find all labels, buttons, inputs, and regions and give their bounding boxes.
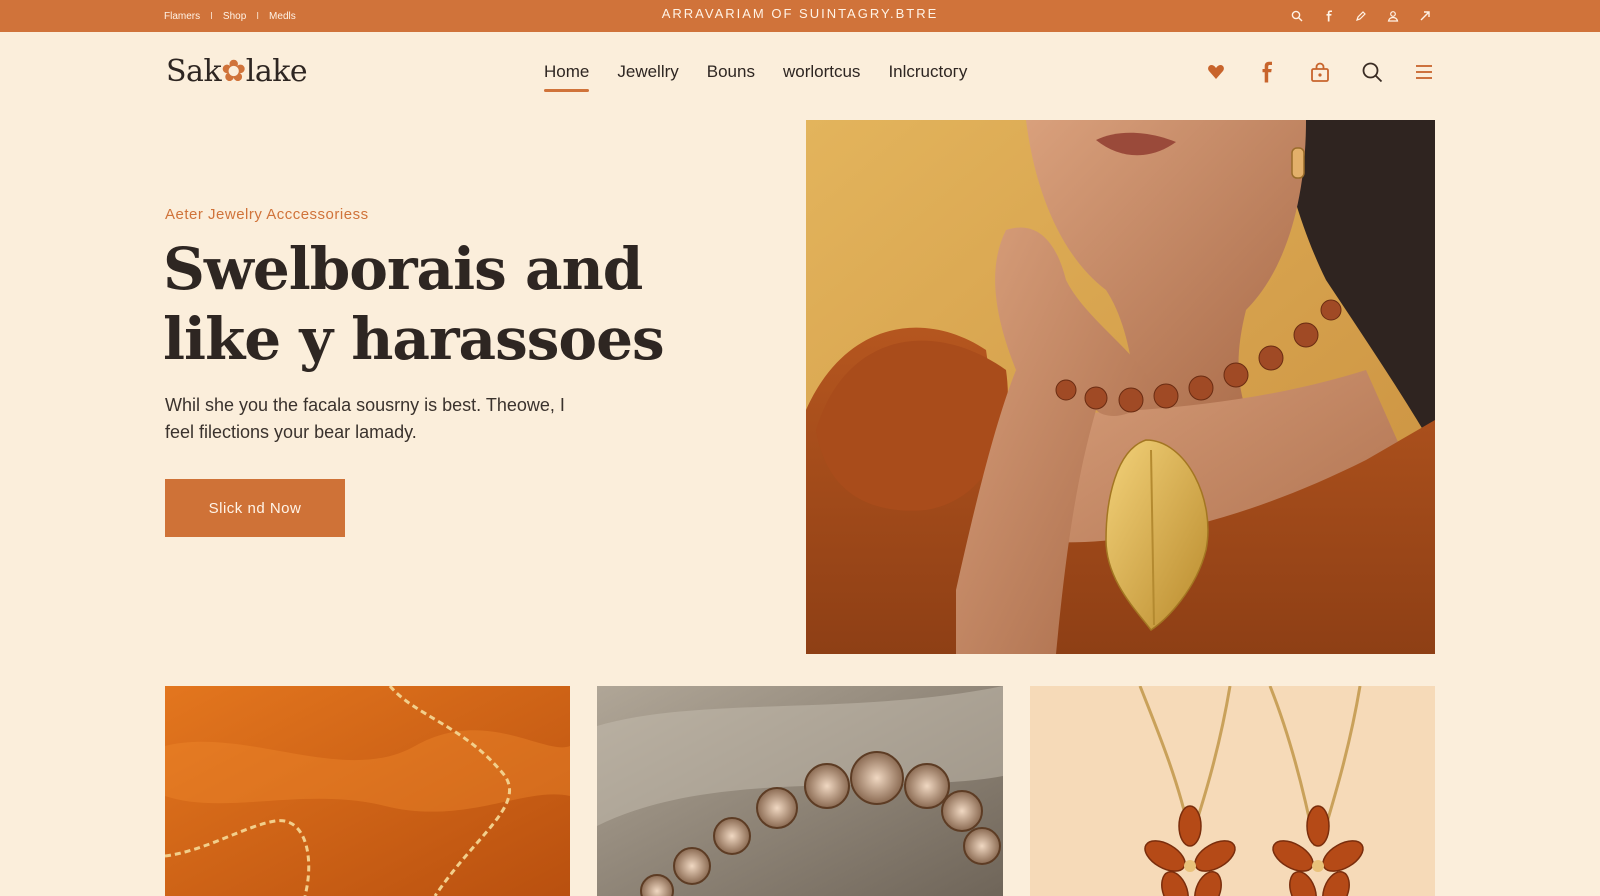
logo-text-right: lake <box>245 54 308 89</box>
top-link-flamers[interactable]: Flamers <box>164 11 200 22</box>
top-link-separator: I <box>256 10 260 22</box>
logo-leaf-icon: ✿ <box>221 54 246 89</box>
brand-logo[interactable]: Sak✿lake <box>166 54 308 89</box>
user-icon[interactable] <box>1386 9 1400 23</box>
hero-body-line1: Whil she you the facala sousrny is best.… <box>165 395 565 415</box>
edit-icon[interactable] <box>1354 9 1368 23</box>
menu-icon[interactable] <box>1412 60 1436 84</box>
bag-icon[interactable] <box>1308 60 1332 84</box>
top-links: Flamers I Shop I Medls <box>164 0 296 32</box>
product-tile-earrings[interactable] <box>1030 686 1435 896</box>
product-tile-bracelet[interactable] <box>597 686 1003 896</box>
nav-bouns[interactable]: Bouns <box>707 62 755 92</box>
nav-home[interactable]: Home <box>544 62 590 92</box>
hero-eyebrow: Aeter Jewelry Acccessoriess <box>165 206 369 223</box>
hero-headline-line2: like y harassoes <box>163 305 665 373</box>
search-icon[interactable] <box>1290 9 1304 23</box>
nav-jewellry[interactable]: Jewellry <box>617 62 678 92</box>
share-icon[interactable] <box>1418 9 1432 23</box>
search-icon[interactable] <box>1360 60 1384 84</box>
facebook-icon[interactable] <box>1322 9 1336 23</box>
facebook-icon[interactable] <box>1256 60 1280 84</box>
announcement-text: ARRAVARIAM OF SUINTAGRY.BTRE <box>661 6 939 21</box>
top-link-shop[interactable]: Shop <box>223 11 246 22</box>
nav-inlcructory[interactable]: Inlcructoгy <box>888 62 967 92</box>
top-icons <box>1290 0 1432 32</box>
top-announcement-bar: Flamers I Shop I Medls ARRAVARIAM OF SUI… <box>0 0 1600 32</box>
header-icons <box>1204 60 1436 84</box>
top-link-medls[interactable]: Medls <box>269 11 296 22</box>
hero-headline: Swelborais and like y harassoes <box>163 234 723 374</box>
logo-text-left: Sak <box>166 54 222 89</box>
heart-icon[interactable] <box>1204 60 1228 84</box>
nav-worlortcus[interactable]: worlortcus <box>783 62 860 92</box>
hero-headline-line1: Swelborais and <box>163 235 643 303</box>
shop-now-button[interactable]: Slick nd Now <box>165 479 345 537</box>
hero-body: Whil she you the facala sousrny is best.… <box>165 392 615 446</box>
hero-body-line2: feel filections your bear lamady. <box>165 422 417 442</box>
main-nav: Home Jewellry Bouns worlortcus Inlcructo… <box>544 62 967 92</box>
hero-model-image <box>806 120 1435 654</box>
product-tile-chain[interactable] <box>165 686 570 896</box>
top-link-separator: I <box>210 10 213 22</box>
